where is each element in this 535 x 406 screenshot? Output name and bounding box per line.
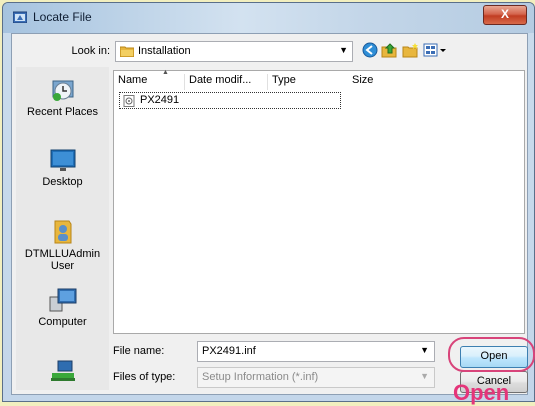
column-header-date-modified[interactable]: Date modif... [185, 74, 268, 90]
file-name-text: PX2491 [140, 94, 180, 106]
file-type-label: Files of type: [113, 371, 176, 383]
place-label: Recent Places [27, 106, 98, 118]
place-label: Desktop [42, 176, 83, 188]
annotation-callout: Open [453, 380, 510, 405]
chevron-down-icon[interactable]: ▼ [339, 45, 348, 55]
close-button[interactable]: X [483, 5, 527, 25]
recent-places-icon [52, 80, 73, 101]
place-label: DTMLLUAdmin User [24, 248, 101, 272]
look-in-value: Installation [138, 45, 191, 57]
place-recent-places[interactable]: Recent Places [16, 77, 109, 118]
place-desktop[interactable]: Desktop [16, 147, 109, 188]
up-folder-icon[interactable] [381, 42, 399, 58]
file-name-input[interactable]: PX2491.inf ▼ [197, 341, 435, 362]
place-network[interactable] [16, 359, 109, 388]
file-type-value: Setup Information (*.inf) [202, 371, 319, 383]
title-bar[interactable]: Locate File X [3, 3, 534, 33]
user-folder-icon [54, 220, 71, 244]
dialog-client-area: Look in: Installation ▼ Recent Places De… [11, 33, 528, 395]
file-name-value: PX2491.inf [202, 345, 256, 357]
places-bar: Recent Places Desktop DTMLLUAdmin User C… [16, 67, 109, 390]
sort-ascending-icon: ▲ [162, 69, 169, 76]
column-header-type[interactable]: Type [268, 74, 348, 90]
view-menu-icon[interactable] [423, 42, 447, 58]
look-in-label: Look in: [71, 45, 110, 57]
look-in-dropdown[interactable]: Installation ▼ [115, 41, 353, 62]
file-list-view[interactable]: Name ▲ Date modif... Type Size PX2491 [113, 69, 525, 334]
desktop-icon [50, 149, 75, 171]
place-computer[interactable]: Computer [16, 287, 109, 328]
dialog-title: Locate File [33, 10, 92, 24]
column-header-name[interactable]: Name ▲ [114, 69, 185, 90]
column-header-size[interactable]: Size [348, 74, 412, 90]
place-label: Computer [38, 316, 87, 328]
place-user[interactable]: DTMLLUAdmin User [16, 217, 109, 272]
computer-icon [49, 288, 76, 312]
chevron-down-icon[interactable]: ▼ [420, 345, 429, 355]
file-name-label: File name: [113, 345, 165, 357]
file-type-dropdown[interactable]: Setup Information (*.inf) ▼ [197, 367, 435, 388]
open-button-highlight-ring [448, 337, 535, 372]
new-folder-icon[interactable] [402, 42, 420, 58]
back-icon[interactable] [361, 42, 379, 58]
folder-icon [120, 46, 134, 57]
setup-info-file-icon [123, 95, 135, 107]
network-icon [50, 360, 75, 381]
file-list-item[interactable]: PX2491 [119, 92, 341, 109]
dialog-app-icon [13, 11, 27, 23]
chevron-down-icon[interactable]: ▼ [420, 371, 429, 381]
